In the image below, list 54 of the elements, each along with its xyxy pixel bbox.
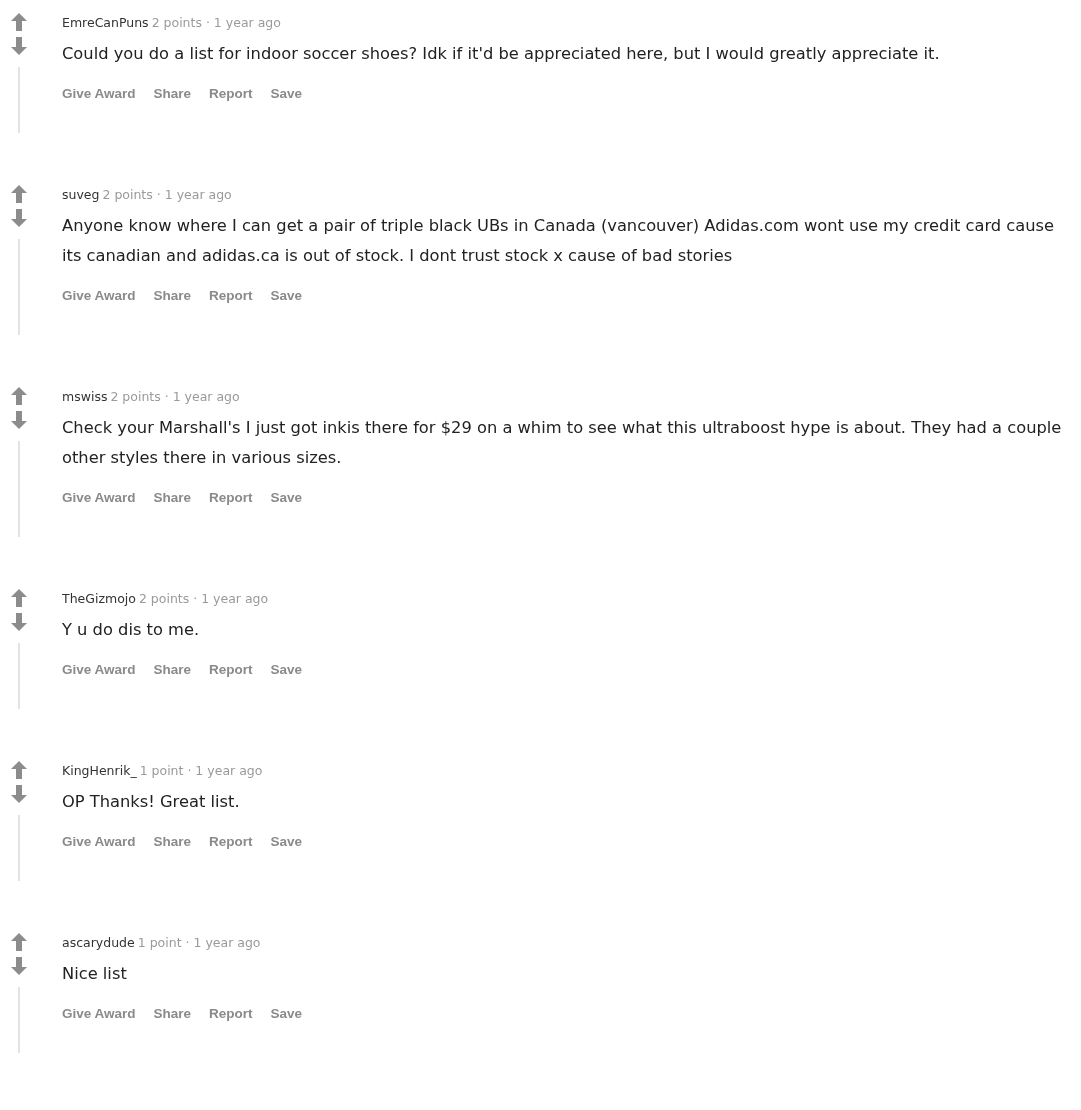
action-link[interactable]: Save <box>270 83 303 103</box>
action-link[interactable]: Save <box>270 285 303 305</box>
action-link[interactable]: Report <box>209 659 253 679</box>
comment-meta: 1 point · 1 year ago <box>137 935 261 950</box>
action-link[interactable]: Give Award <box>62 1003 136 1023</box>
action-link[interactable]: Report <box>209 831 253 851</box>
upvote-icon[interactable] <box>11 185 27 203</box>
action-link[interactable]: Give Award <box>62 831 136 851</box>
comment-meta: 2 points · 1 year ago <box>102 187 232 202</box>
action-link[interactable]: Give Award <box>62 285 136 305</box>
comment-body: OP Thanks! Great list. <box>62 791 241 813</box>
comment-author[interactable]: mswiss <box>62 389 108 404</box>
action-link[interactable]: Give Award <box>62 83 136 103</box>
action-link[interactable]: Share <box>153 83 192 103</box>
comment-meta: 2 points · 1 year ago <box>110 389 240 404</box>
comment-meta: 2 points · 1 year ago <box>151 15 281 30</box>
action-link[interactable]: Save <box>270 1003 303 1023</box>
action-link[interactable]: Share <box>153 487 192 507</box>
action-link[interactable]: Share <box>153 831 192 851</box>
downvote-icon[interactable] <box>11 613 27 631</box>
action-link[interactable]: Report <box>209 83 253 103</box>
downvote-icon[interactable] <box>11 785 27 803</box>
action-link[interactable]: Save <box>270 831 303 851</box>
action-link[interactable]: Give Award <box>62 659 136 679</box>
downvote-icon[interactable] <box>11 209 27 227</box>
comment-body: Y u do dis to me. <box>62 619 201 641</box>
action-link[interactable]: Save <box>270 659 303 679</box>
action-link[interactable]: Give Award <box>62 487 136 507</box>
action-link[interactable]: Share <box>153 1003 192 1023</box>
downvote-icon[interactable] <box>11 37 27 55</box>
comment-author[interactable]: EmreCanPuns <box>62 15 149 30</box>
action-link[interactable]: Share <box>153 659 192 679</box>
downvote-icon[interactable] <box>11 411 27 429</box>
upvote-icon[interactable] <box>11 933 27 951</box>
action-link[interactable]: Report <box>209 487 253 507</box>
comment-body: Anyone know where I can get a pair of triple black UBs in Canada (vancouver) Adidas.com wont use my credit card cause its canadian and adidas.ca is out of stock. I dont trust stock x cause of bad stories <box>62 215 1056 267</box>
action-link[interactable]: Save <box>270 487 303 507</box>
action-link[interactable]: Share <box>153 285 192 305</box>
upvote-icon[interactable] <box>11 589 27 607</box>
comment-author[interactable]: suveg <box>62 187 100 202</box>
action-link[interactable]: Report <box>209 1003 253 1023</box>
comment-author[interactable]: ascarydude <box>62 935 135 950</box>
upvote-icon[interactable] <box>11 761 27 779</box>
comment-author[interactable]: KingHenrik_ <box>62 763 137 778</box>
upvote-icon[interactable] <box>11 387 27 405</box>
action-link[interactable]: Report <box>209 285 253 305</box>
comment-body: Check your Marshall's I just got inkis there for $29 on a whim to see what this ultraboost hype is about. They had a couple other styles there in various sizes. <box>62 417 1063 469</box>
comment-meta: 1 point · 1 year ago <box>139 763 263 778</box>
comment-meta: 2 points · 1 year ago <box>138 591 269 606</box>
comment-author[interactable]: TheGizmojo <box>62 591 136 606</box>
comment-body: Could you do a list for indoor soccer shoes? Idk if it'd be appreciated here, but I would greatly appreciate it. <box>62 43 941 65</box>
upvote-icon[interactable] <box>11 13 27 31</box>
downvote-icon[interactable] <box>11 957 27 975</box>
comment-body: Nice list <box>62 963 128 985</box>
